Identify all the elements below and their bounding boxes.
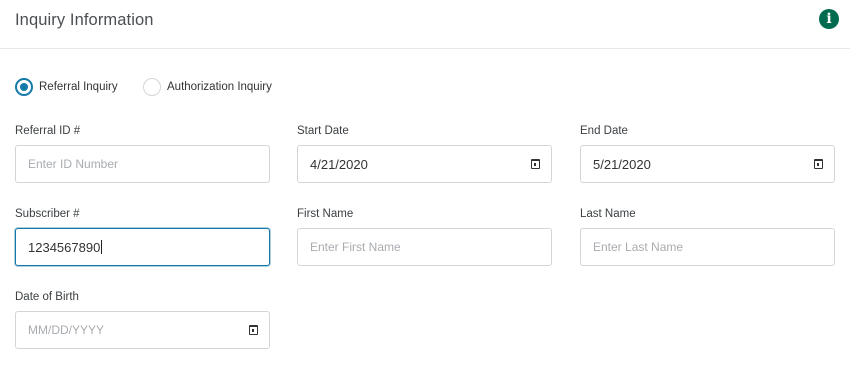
radio-referral-inquiry[interactable]: Referral Inquiry: [15, 77, 118, 97]
calendar-icon[interactable]: [531, 159, 540, 169]
subscriber-value-text: 1234567890: [28, 240, 101, 255]
calendar-icon[interactable]: [249, 325, 258, 335]
text-caret: [101, 240, 103, 254]
first-name-input[interactable]: Enter First Name: [297, 228, 552, 266]
end-date-input[interactable]: 5/21/2020: [580, 145, 835, 183]
dob-label: Date of Birth: [15, 291, 79, 303]
dob-input[interactable]: MM/DD/YYYY: [15, 311, 270, 349]
radio-unchecked-icon[interactable]: [143, 78, 161, 96]
last-name-placeholder: Enter Last Name: [593, 240, 684, 254]
first-name-label: First Name: [297, 208, 354, 220]
end-date-label: End Date: [580, 125, 628, 137]
info-icon[interactable]: i: [819, 9, 839, 29]
dob-placeholder: MM/DD/YYYY: [28, 323, 105, 337]
radio-checked-icon[interactable]: [15, 78, 33, 96]
start-date-input[interactable]: 4/21/2020: [297, 145, 552, 183]
last-name-input[interactable]: Enter Last Name: [580, 228, 835, 266]
page-title: Inquiry Information: [15, 11, 154, 29]
subscriber-value: 1234567890: [28, 240, 103, 255]
last-name-label: Last Name: [580, 208, 636, 220]
end-date-value: 5/21/2020: [593, 157, 651, 172]
calendar-icon[interactable]: [814, 159, 823, 169]
start-date-label: Start Date: [297, 125, 349, 137]
start-date-value: 4/21/2020: [310, 157, 368, 172]
radio-authorization-inquiry[interactable]: Authorization Inquiry: [143, 77, 272, 97]
radio-label: Referral Inquiry: [39, 81, 118, 93]
referral-id-label: Referral ID #: [15, 125, 81, 137]
referral-id-placeholder: Enter ID Number: [28, 157, 119, 171]
first-name-placeholder: Enter First Name: [310, 240, 401, 254]
subscriber-input[interactable]: 1234567890: [15, 228, 270, 266]
page-header: Inquiry Information i: [0, 0, 850, 49]
subscriber-label: Subscriber #: [15, 208, 80, 220]
radio-label: Authorization Inquiry: [167, 81, 272, 93]
referral-id-input[interactable]: Enter ID Number: [15, 145, 270, 183]
